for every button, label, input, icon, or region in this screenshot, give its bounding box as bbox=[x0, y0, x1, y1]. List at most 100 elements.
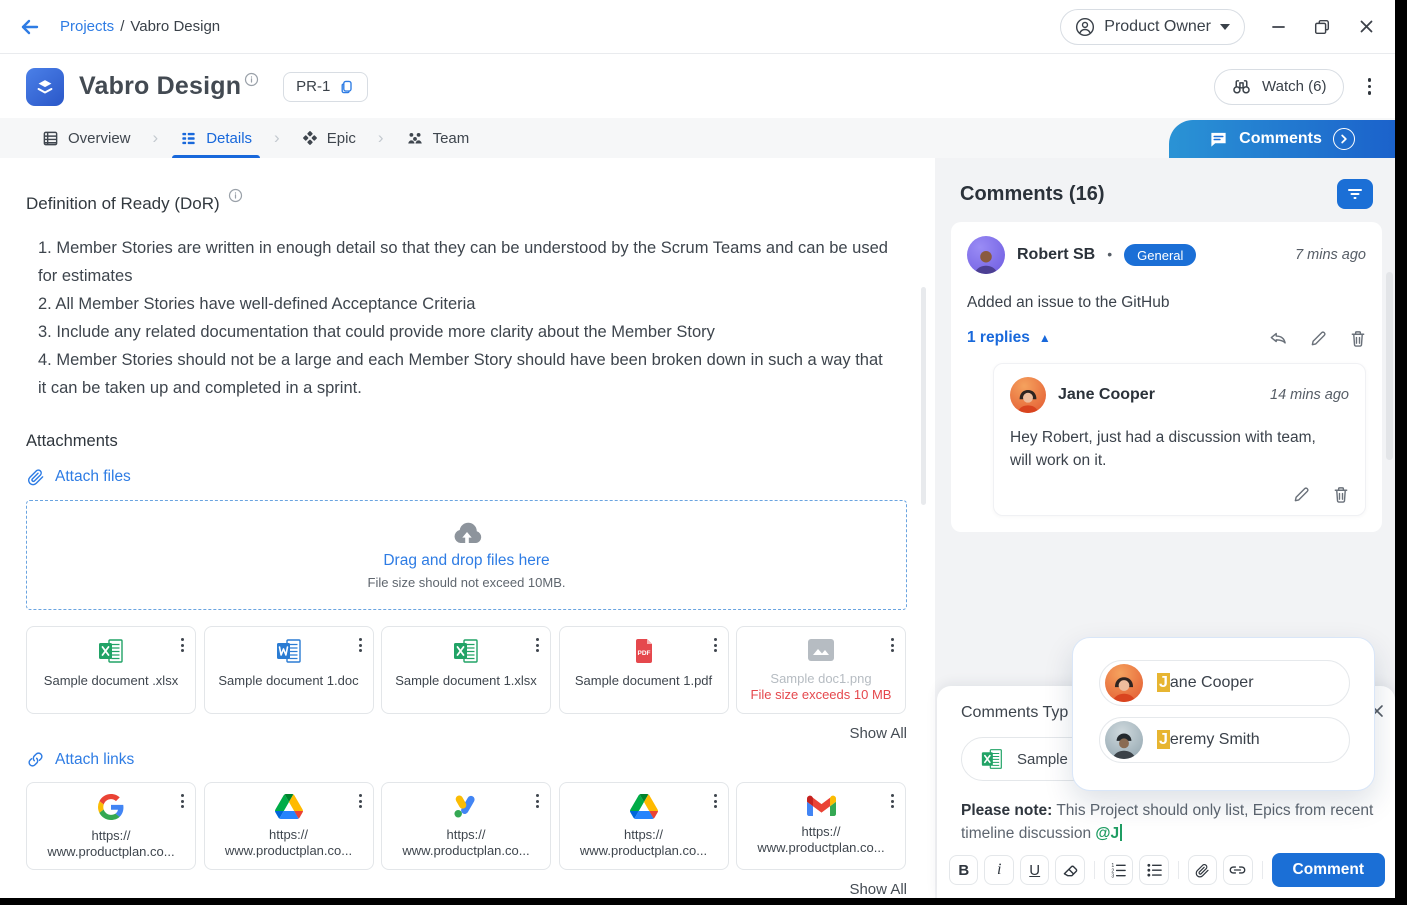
filter-comments-button[interactable] bbox=[1337, 179, 1373, 209]
link-options-kebab-icon[interactable] bbox=[889, 792, 896, 810]
link-url: https://www.productplan.co... bbox=[225, 827, 352, 859]
link-card[interactable]: https://www.productplan.co... bbox=[381, 782, 551, 870]
upload-cloud-icon bbox=[451, 521, 483, 547]
filter-icon bbox=[1347, 187, 1363, 201]
file-options-kebab-icon[interactable] bbox=[889, 636, 896, 654]
tab-epic[interactable]: Epic bbox=[294, 118, 364, 158]
link-options-kebab-icon[interactable] bbox=[179, 792, 186, 810]
tab-overview-label: Overview bbox=[68, 130, 131, 147]
clear-format-eraser-button[interactable] bbox=[1055, 855, 1084, 885]
reply-icon[interactable] bbox=[1269, 330, 1287, 346]
link-card[interactable]: https://www.productplan.co... bbox=[204, 782, 374, 870]
comments-scrollbar[interactable] bbox=[1386, 272, 1393, 460]
file-card-error[interactable]: Sample doc1.png File size exceeds 10 MB bbox=[736, 626, 906, 714]
replies-toggle[interactable]: 1 replies ▲ bbox=[967, 329, 1051, 347]
file-name: Sample document 1.xlsx bbox=[392, 673, 540, 689]
comments-toggle-button[interactable]: Comments bbox=[1169, 120, 1395, 158]
file-error-message: File size exceeds 10 MB bbox=[751, 687, 892, 703]
link-options-kebab-icon[interactable] bbox=[357, 792, 364, 810]
link-options-kebab-icon[interactable] bbox=[534, 792, 541, 810]
insert-link-button[interactable] bbox=[1223, 855, 1252, 885]
link-card[interactable]: https://www.productplan.co... bbox=[559, 782, 729, 870]
link-card[interactable]: https://www.productplan.co... bbox=[736, 782, 906, 870]
file-options-kebab-icon[interactable] bbox=[179, 636, 186, 654]
bullet-list-button[interactable] bbox=[1139, 855, 1168, 885]
breadcrumb-projects-link[interactable]: Projects bbox=[60, 18, 114, 35]
file-name: Sample document 1.pdf bbox=[570, 673, 718, 689]
breadcrumb-separator: / bbox=[120, 18, 124, 35]
dropzone-subtitle: File size should not exceed 10MB. bbox=[368, 575, 566, 590]
file-card[interactable]: Sample document 1.doc bbox=[204, 626, 374, 714]
google-drive-icon bbox=[275, 794, 303, 819]
avatar bbox=[1105, 721, 1143, 759]
project-key-label: PR-1 bbox=[296, 78, 330, 95]
restore-window-button[interactable] bbox=[1311, 16, 1333, 38]
link-url: https://www.productplan.co... bbox=[402, 827, 529, 859]
attach-file-paperclip-button[interactable] bbox=[1188, 855, 1217, 885]
file-dropzone[interactable]: Drag and drop files here File size shoul… bbox=[26, 500, 907, 610]
mention-suggestion[interactable]: Jane Cooper bbox=[1099, 660, 1350, 706]
role-selector[interactable]: Product Owner bbox=[1060, 9, 1245, 45]
dropzone-title: Drag and drop files here bbox=[383, 552, 549, 570]
delete-trash-icon[interactable] bbox=[1350, 330, 1366, 347]
details-icon bbox=[180, 130, 197, 147]
close-window-button[interactable] bbox=[1355, 16, 1377, 38]
comment-reply: Jane Cooper 14 mins ago Hey Robert, just… bbox=[993, 363, 1366, 516]
paperclip-icon bbox=[26, 467, 45, 486]
file-options-kebab-icon[interactable] bbox=[534, 636, 541, 654]
watch-button[interactable]: Watch (6) bbox=[1214, 69, 1343, 105]
binoculars-icon bbox=[1231, 76, 1252, 97]
attach-files-button[interactable]: Attach files bbox=[26, 467, 131, 486]
comments-panel-title: Comments (16) bbox=[960, 183, 1104, 206]
show-all-files-link[interactable]: Show All bbox=[26, 725, 907, 742]
tab-details[interactable]: Details bbox=[172, 118, 260, 158]
app-logo bbox=[26, 68, 64, 106]
file-options-kebab-icon[interactable] bbox=[712, 636, 719, 654]
italic-button[interactable]: i bbox=[984, 855, 1013, 885]
epic-icon bbox=[302, 130, 318, 146]
svg-text:3: 3 bbox=[1112, 874, 1115, 878]
ordered-list-button[interactable]: 123 bbox=[1104, 855, 1133, 885]
file-card[interactable]: PDF Sample document 1.pdf bbox=[559, 626, 729, 714]
comment-thread: Robert SB General 7 mins ago Added an is… bbox=[951, 222, 1382, 532]
underline-button[interactable]: U bbox=[1020, 855, 1049, 885]
comment-body: Added an issue to the GitHub bbox=[967, 291, 1366, 314]
edit-pencil-icon[interactable] bbox=[1310, 330, 1327, 347]
toolbar-divider bbox=[1094, 861, 1095, 879]
team-icon bbox=[406, 130, 424, 147]
comment-input[interactable]: Please note: This Project should only li… bbox=[937, 799, 1395, 845]
info-icon[interactable] bbox=[228, 188, 243, 203]
toolbar-divider bbox=[1262, 861, 1263, 879]
more-options-kebab-icon[interactable] bbox=[1364, 74, 1376, 99]
avatar bbox=[1105, 664, 1143, 702]
delete-trash-icon[interactable] bbox=[1333, 486, 1349, 503]
file-options-kebab-icon[interactable] bbox=[357, 636, 364, 654]
tab-team[interactable]: Team bbox=[398, 118, 478, 158]
mention-suggestion[interactable]: Jeremy Smith bbox=[1099, 717, 1350, 763]
info-icon[interactable] bbox=[244, 72, 259, 87]
show-all-links-link[interactable]: Show All bbox=[26, 881, 907, 898]
link-options-kebab-icon[interactable] bbox=[712, 792, 719, 810]
role-label: Product Owner bbox=[1104, 18, 1211, 36]
attach-links-button[interactable]: Attach links bbox=[26, 750, 134, 769]
note-bold-text: Please note: bbox=[961, 802, 1052, 819]
minimize-button[interactable] bbox=[1267, 16, 1289, 38]
project-key-badge[interactable]: PR-1 bbox=[283, 72, 368, 102]
copy-icon[interactable] bbox=[339, 79, 355, 95]
tab-team-label: Team bbox=[433, 130, 470, 147]
chevron-right-icon: › bbox=[139, 118, 173, 158]
breadcrumb-current: Vabro Design bbox=[130, 18, 220, 35]
mention-name: Jane Cooper bbox=[1157, 674, 1254, 692]
reply-timestamp: 14 mins ago bbox=[1270, 387, 1349, 403]
content-scrollbar[interactable] bbox=[921, 287, 926, 505]
link-card[interactable]: https://www.productplan.co... bbox=[26, 782, 196, 870]
file-card[interactable]: Sample document .xlsx bbox=[26, 626, 196, 714]
file-card[interactable]: Sample document 1.xlsx bbox=[381, 626, 551, 714]
edit-pencil-icon[interactable] bbox=[1293, 486, 1310, 503]
tab-overview[interactable]: Overview bbox=[34, 118, 139, 158]
excel-icon bbox=[97, 638, 125, 664]
bold-button[interactable]: B bbox=[949, 855, 978, 885]
comment-submit-button[interactable]: Comment bbox=[1272, 853, 1385, 887]
back-arrow-icon[interactable] bbox=[16, 13, 44, 41]
dor-item: 4. Member Stories should not be a large … bbox=[38, 346, 892, 402]
